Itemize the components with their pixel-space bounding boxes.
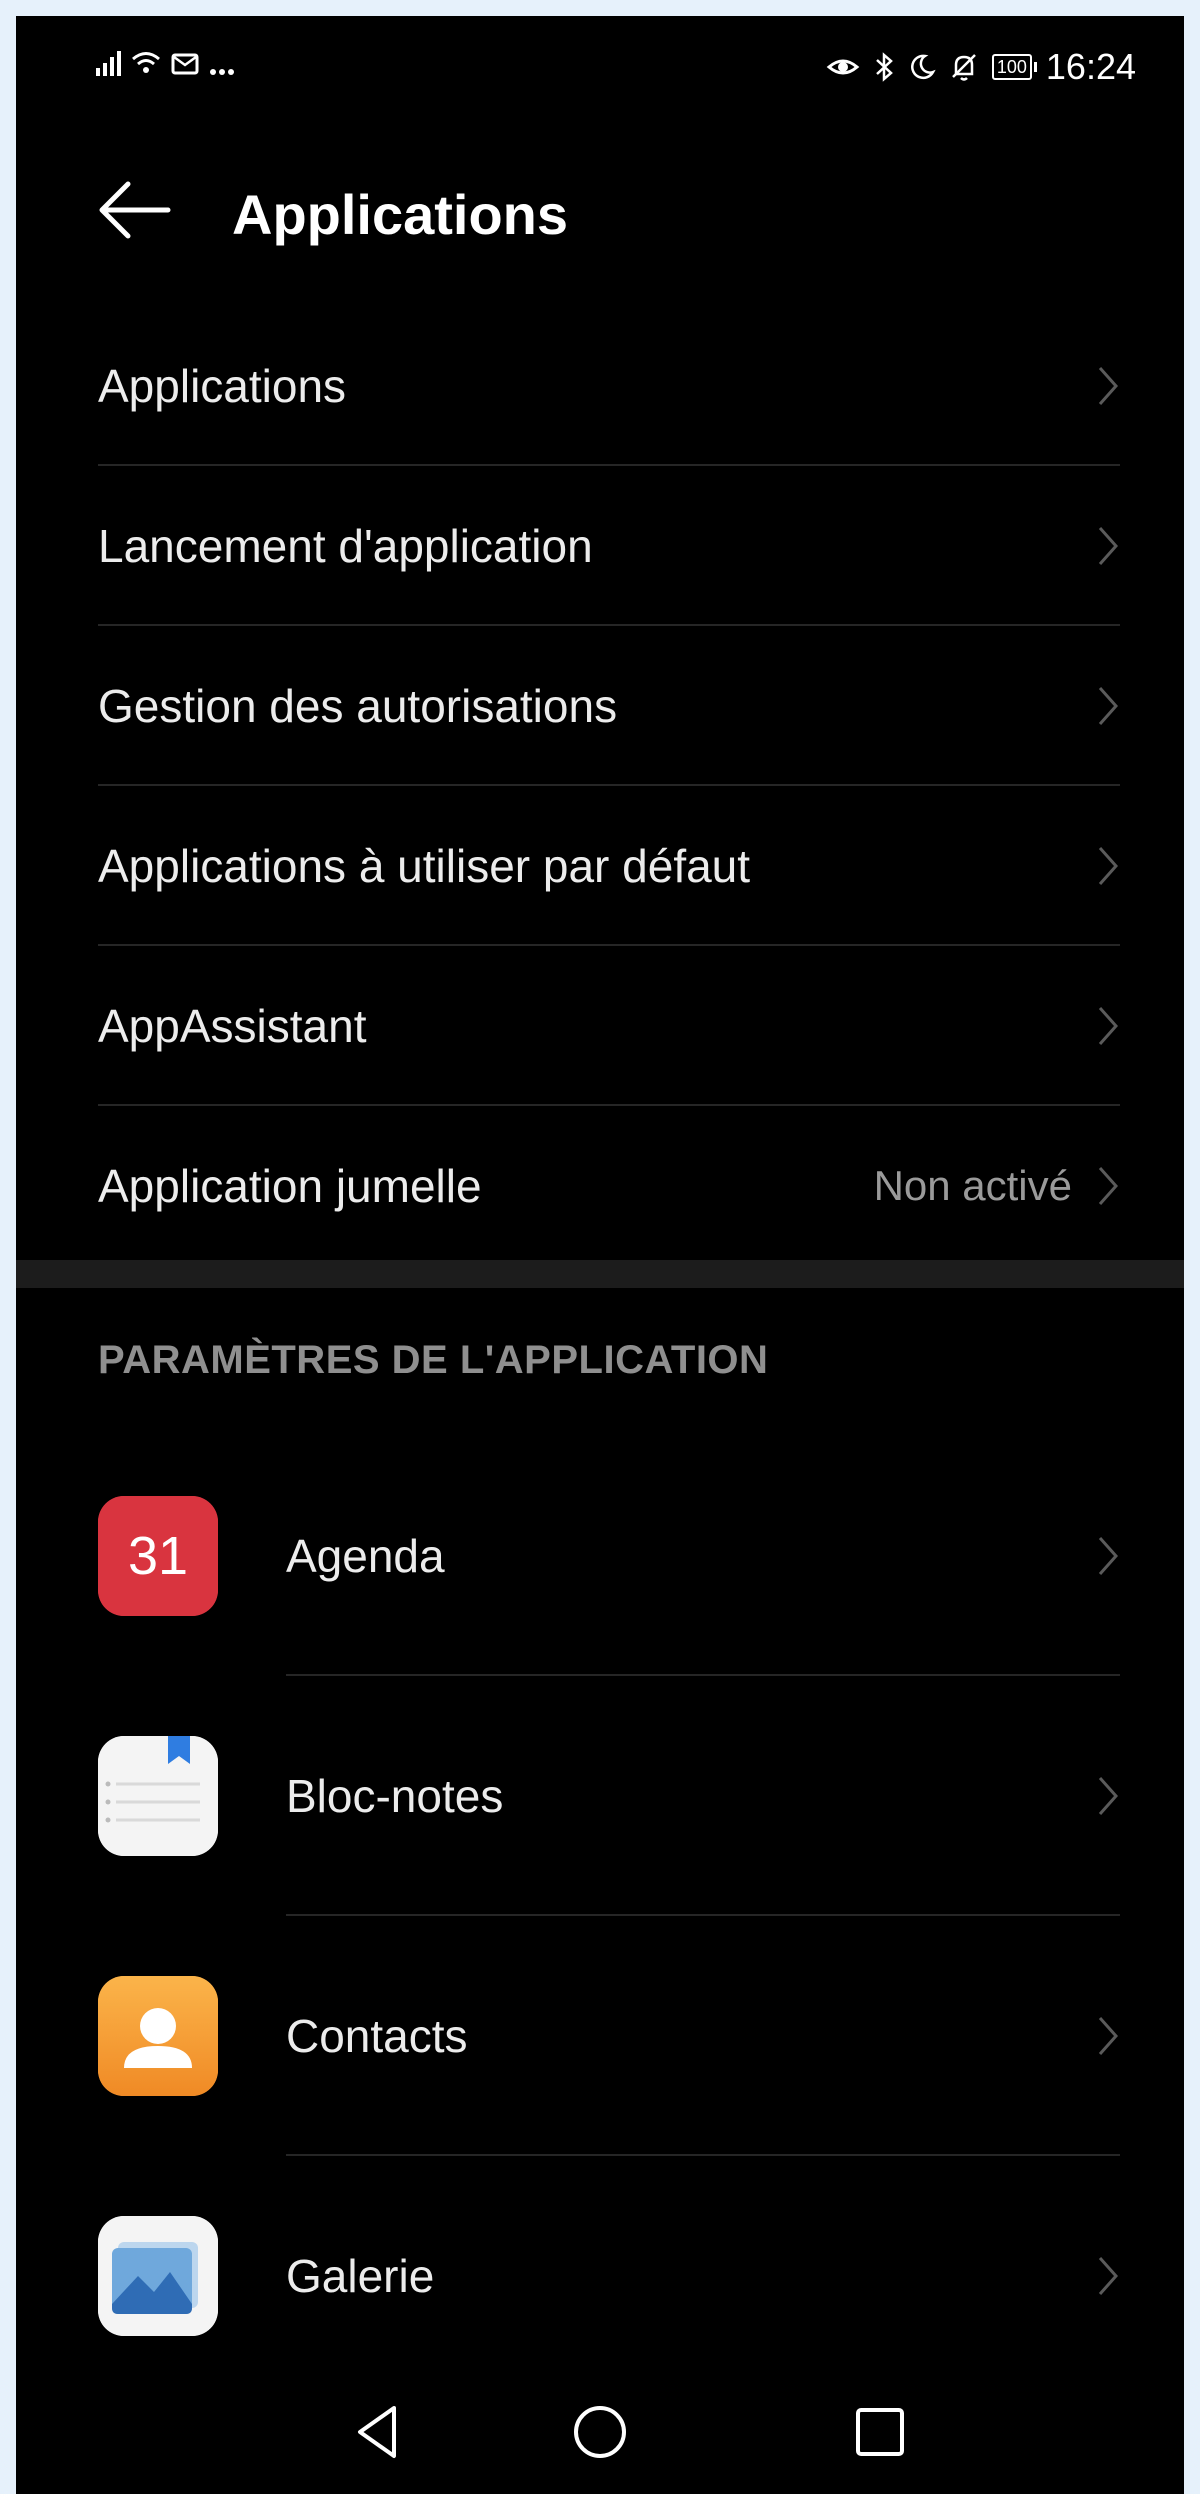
recents-nav-icon[interactable]	[848, 2400, 912, 2464]
app-name: Contacts	[286, 2010, 468, 2062]
signal-icon	[96, 50, 121, 76]
calendar-icon-day: 31	[128, 1526, 188, 1586]
menu-item-label: Lancement d'application	[98, 520, 593, 572]
menu-item-label: Application jumelle	[98, 1160, 482, 1212]
phone-screen: 100 16:24 Applications Applications Lanc…	[16, 16, 1184, 2494]
menu-item-label: AppAssistant	[98, 1000, 367, 1052]
chevron-right-icon	[1098, 2257, 1119, 2295]
wifi-icon	[132, 52, 160, 73]
menu-item-permissions[interactable]: Gestion des autorisations	[16, 626, 1184, 786]
app-twin-status: Non activé	[873, 1162, 1072, 1209]
menu-item-label: Gestion des autorisations	[98, 680, 618, 732]
eye-comfort-icon	[826, 59, 860, 75]
section-header: PARAMÈTRES DE L'APPLICATION	[98, 1338, 769, 1382]
back-arrow-icon[interactable]	[94, 178, 174, 242]
back-nav-icon[interactable]	[346, 2400, 410, 2464]
mute-icon	[951, 54, 976, 81]
notepad-icon	[98, 1736, 218, 1856]
status-time: 16:24	[1045, 46, 1136, 87]
navigation-bar	[16, 2374, 1184, 2494]
chevron-right-icon	[1098, 1537, 1119, 1575]
bluetooth-icon	[876, 52, 893, 82]
menu-item-appassistant[interactable]: AppAssistant	[16, 946, 1184, 1106]
menu-item-app-launch[interactable]: Lancement d'application	[16, 466, 1184, 626]
message-icon	[171, 53, 199, 75]
menu-item-app-twin[interactable]: Application jumelle Non activé	[16, 1106, 1184, 1266]
home-nav-icon[interactable]	[568, 2400, 632, 2464]
chevron-right-icon	[1098, 687, 1119, 725]
status-left-icons	[96, 50, 239, 76]
app-name: Galerie	[286, 2250, 435, 2302]
do-not-disturb-icon	[910, 54, 936, 80]
app-item-bloc-notes[interactable]: Bloc-notes	[16, 1676, 1184, 1916]
settings-menu: Applications Lancement d'application Ges…	[16, 306, 1184, 1266]
app-item-agenda[interactable]: 31 Agenda	[16, 1436, 1184, 1676]
chevron-right-icon	[1098, 527, 1119, 565]
contacts-icon	[98, 1976, 218, 2096]
chevron-right-icon	[1098, 1777, 1119, 1815]
menu-item-label: Applications	[98, 360, 347, 412]
app-item-contacts[interactable]: Contacts	[16, 1916, 1184, 2156]
menu-item-label: Applications à utiliser par défaut	[98, 840, 751, 892]
menu-item-default-apps[interactable]: Applications à utiliser par défaut	[16, 786, 1184, 946]
chevron-right-icon	[1098, 2017, 1119, 2055]
section-separator	[16, 1260, 1184, 1288]
battery-indicator: 100	[991, 54, 1037, 80]
app-item-galerie[interactable]: Galerie	[16, 2156, 1184, 2396]
chevron-right-icon	[1098, 1167, 1119, 1205]
page-title: Applications	[232, 183, 569, 246]
calendar-icon: 31	[98, 1496, 218, 1616]
chevron-right-icon	[1098, 367, 1119, 405]
chevron-right-icon	[1098, 847, 1119, 885]
app-name: Bloc-notes	[286, 1770, 504, 1822]
app-list: 31 Agenda Bloc-notes Contacts Galerie	[16, 1436, 1184, 2396]
chevron-right-icon	[1098, 1007, 1119, 1045]
more-dots-icon	[210, 69, 234, 75]
gallery-icon	[98, 2216, 218, 2336]
app-bar: Applications	[16, 156, 1184, 266]
app-name: Agenda	[286, 1530, 445, 1582]
status-bar: 100 16:24	[16, 16, 1184, 126]
status-right-icons: 100 16:24	[826, 46, 1136, 88]
menu-item-applications[interactable]: Applications	[16, 306, 1184, 466]
